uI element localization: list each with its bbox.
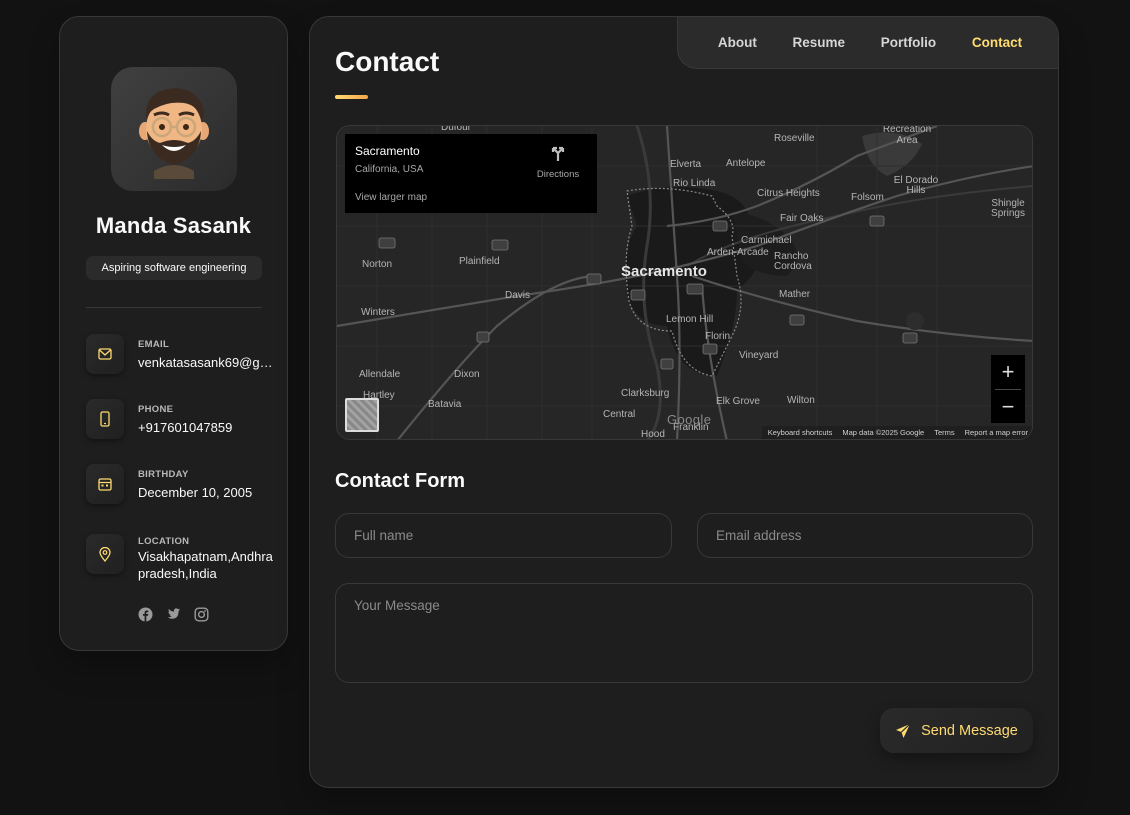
avatar [111, 67, 237, 191]
phone-value[interactable]: +917601047859 [138, 420, 278, 435]
report-map-error-link[interactable]: Report a map error [965, 428, 1028, 437]
contact-item-birthday: BIRTHDAY December 10, 2005 [86, 464, 286, 508]
phone-label: PHONE [138, 404, 174, 415]
google-logo: Google [667, 412, 712, 427]
nav-portfolio[interactable]: Portfolio [881, 35, 937, 50]
birthday-value: December 10, 2005 [138, 485, 253, 500]
message-textarea[interactable] [335, 583, 1033, 683]
terms-link[interactable]: Terms [934, 428, 954, 437]
map-label-clarksburg: Clarksburg [621, 388, 670, 399]
memoji-avatar-icon [139, 88, 209, 179]
map-label-hood: Hood [641, 429, 665, 440]
directions-icon [551, 146, 565, 161]
profile-name: Manda Sasank [95, 213, 252, 238]
send-message-button[interactable]: Send Message [880, 708, 1033, 753]
location-value: Visakhapatnam,Andhra pradesh,India [138, 549, 273, 581]
map-label-sacramento: Sacramento [621, 263, 707, 280]
map-label-fair-oaks: Fair Oaks [780, 213, 824, 224]
map-label-vineyard: Vineyard [739, 350, 779, 361]
map-type-toggle[interactable] [345, 398, 379, 432]
email-label: EMAIL [138, 339, 170, 350]
mail-icon [86, 334, 124, 374]
sidebar-separator [86, 307, 262, 308]
map-label-recreation-area: Recreation Area [882, 125, 932, 146]
map-label-allendale: Allendale [359, 369, 401, 380]
map-label-carmichael: Carmichael [741, 235, 792, 246]
map-place-subtitle: California, USA [355, 164, 424, 175]
contact-item-location: LOCATION Visakhapatnam,Andhra pradesh,In… [86, 534, 286, 581]
contact-item-phone: PHONE +917601047859 [86, 399, 286, 443]
phone-icon [86, 399, 124, 439]
map-embed[interactable]: Dufour Roseville Recreation Area Elverta… [336, 125, 1033, 440]
calendar-icon [86, 464, 124, 504]
contact-item-email: EMAIL venkatasasank69@gmail.com [86, 334, 286, 378]
map-zoom-controls: + − [991, 355, 1025, 423]
navbar: About Resume Portfolio Contact [677, 17, 1058, 69]
map-label-rancho-cordova: Rancho Cordova [774, 251, 812, 272]
map-label-elk-grove: Elk Grove [716, 396, 760, 407]
directions-label: Directions [536, 169, 580, 180]
map-label-shingle-springs: Shingle Springs [991, 198, 1025, 219]
location-pin-icon [86, 534, 124, 574]
map-label-florin: Florin [705, 331, 731, 342]
map-label-el-dorado-hills: El Dorado Hills [893, 175, 939, 196]
map-label-lemon-hill: Lemon Hill [666, 314, 714, 325]
email-input[interactable] [697, 513, 1033, 558]
map-label-elverta: Elverta [670, 159, 702, 170]
map-label-winters: Winters [361, 307, 395, 318]
map-label-folsom: Folsom [851, 192, 884, 203]
map-footer: Keyboard shortcuts Map data ©2025 Google… [761, 426, 1032, 439]
nav-resume[interactable]: Resume [792, 35, 845, 50]
title-underline [335, 95, 368, 99]
map-label-dufour: Dufour [441, 125, 472, 133]
main-panel: About Resume Portfolio Contact Contact D… [309, 16, 1059, 788]
zoom-in-button[interactable]: + [991, 355, 1025, 389]
map-label-dixon: Dixon [454, 369, 480, 380]
paper-plane-icon [896, 723, 911, 738]
map-label-citrus-heights: Citrus Heights [757, 188, 820, 199]
birthday-label: BIRTHDAY [138, 469, 189, 480]
map-label-arden-arcade: Arden-Arcade [707, 247, 769, 258]
view-larger-map-link[interactable]: View larger map [355, 192, 427, 203]
send-message-label: Send Message [921, 722, 1018, 739]
location-label: LOCATION [138, 536, 190, 547]
social-links [60, 607, 287, 622]
nav-about[interactable]: About [718, 35, 757, 50]
map-label-batavia: Batavia [428, 399, 462, 410]
facebook-icon[interactable] [138, 607, 153, 622]
map-label-central: Central [603, 409, 636, 420]
twitter-icon[interactable] [166, 607, 181, 622]
profile-title-badge: Aspiring software engineering [86, 256, 262, 280]
keyboard-shortcuts-link[interactable]: Keyboard shortcuts [768, 428, 833, 437]
map-label-antelope: Antelope [726, 158, 766, 169]
sidebar: Manda Sasank Aspiring software engineeri… [59, 16, 288, 651]
map-data-attribution: Map data ©2025 Google [842, 428, 925, 437]
map-label-norton: Norton [362, 259, 393, 270]
zoom-out-button[interactable]: − [991, 390, 1025, 424]
directions-button[interactable]: Directions [533, 144, 583, 180]
map-label-davis: Davis [505, 290, 531, 301]
full-name-input[interactable] [335, 513, 672, 558]
map-label-rio-linda: Rio Linda [673, 178, 716, 189]
page-title: Contact [335, 46, 440, 77]
map-label-mather: Mather [779, 289, 811, 300]
map-label-wilton: Wilton [787, 395, 815, 406]
map-info-card: Sacramento California, USA View larger m… [345, 134, 597, 213]
map-label-plainfield: Plainfield [459, 256, 500, 267]
nav-contact[interactable]: Contact [972, 35, 1022, 50]
email-value[interactable]: venkatasasank69@gmail.com [138, 355, 278, 370]
map-label-roseville: Roseville [774, 133, 815, 144]
contact-form-title: Contact Form [335, 470, 465, 492]
map-place-title: Sacramento [355, 144, 420, 158]
instagram-icon[interactable] [194, 607, 209, 622]
